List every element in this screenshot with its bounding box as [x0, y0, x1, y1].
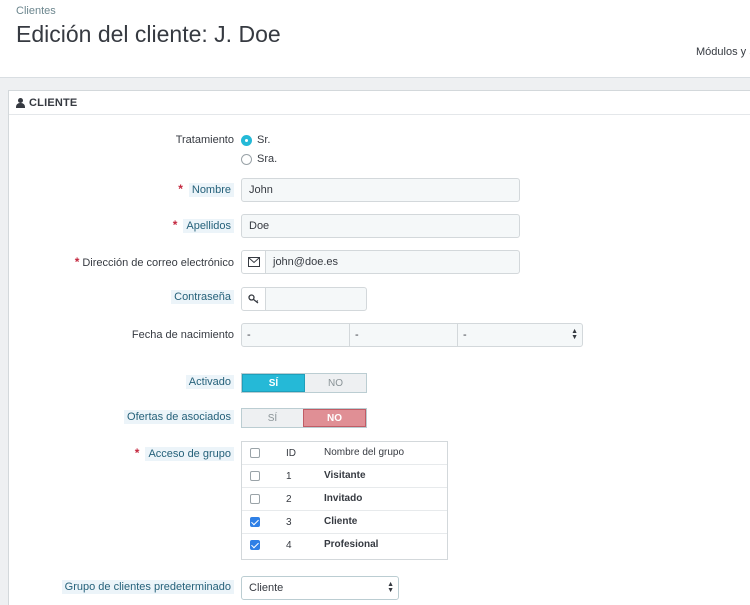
first-name-label-row: * Nombre [178, 182, 234, 197]
password-input[interactable] [265, 287, 367, 311]
table-row[interactable]: 1 Visitante [242, 465, 447, 488]
group-name: Cliente [324, 516, 358, 527]
birthday-day-select[interactable]: - [241, 323, 350, 347]
last-name-input[interactable]: Doe [241, 214, 520, 238]
group-name: Invitado [324, 493, 363, 504]
toolbar-modules-link[interactable]: Módulos y S [696, 46, 750, 58]
first-name-input[interactable]: John [241, 178, 520, 202]
password-label: Contraseña [171, 290, 234, 304]
page-title: Edición del cliente: J. Doe [16, 21, 281, 47]
password-label-row: Contraseña [171, 290, 234, 304]
radio-mr-label: Sr. [257, 134, 271, 146]
required-mark: * [74, 255, 80, 269]
groups-table: ID Nombre del grupo 1 Visitante 2 Invita… [241, 441, 448, 560]
email-label: Dirección de correo electrónico [82, 257, 234, 269]
title-label: Tratamiento [175, 134, 234, 146]
groups-label-row: * Acceso de grupo [134, 446, 234, 461]
panel-heading: CLIENTE [9, 91, 750, 115]
birthday-day-value: - [247, 329, 251, 341]
select-all-checkbox[interactable] [250, 448, 260, 458]
page-header: Clientes Edición del cliente: J. Doe Mód… [0, 0, 750, 78]
panel-heading-label: CLIENTE [29, 96, 78, 109]
optin-label: Ofertas de asociados [124, 410, 234, 424]
optin-label-row: Ofertas de asociados [124, 410, 234, 424]
select-arrows-icon: ▲ ▼ [387, 581, 394, 594]
groups-table-header: ID Nombre del grupo [242, 442, 447, 465]
radio-mrs[interactable] [241, 153, 252, 165]
group-id: 2 [286, 494, 292, 505]
group-name: Profesional [324, 539, 379, 550]
header-id: ID [286, 448, 296, 459]
default-group-select[interactable]: Cliente ▲ ▼ [241, 576, 399, 600]
active-label-row: Activado [185, 375, 234, 389]
title-option-mr[interactable]: Sr. [241, 134, 270, 146]
breadcrumb[interactable]: Clientes [16, 5, 56, 17]
active-switch[interactable]: SÍ NO [241, 373, 367, 393]
required-mark: * [134, 446, 140, 460]
last-name-label: Apellidos [183, 219, 234, 233]
title-option-mrs[interactable]: Sra. [241, 153, 277, 165]
envelope-icon [241, 250, 266, 274]
active-label: Activado [185, 375, 234, 389]
group-id: 3 [286, 517, 292, 528]
groups-label: Acceso de grupo [145, 447, 234, 461]
birthday-month-value: - [355, 329, 359, 341]
active-yes[interactable]: SÍ [242, 374, 305, 392]
default-group-label-row: Grupo de clientes predeterminado [61, 580, 234, 594]
optin-switch[interactable]: SÍ NO [241, 408, 367, 428]
table-row[interactable]: 3 Cliente [242, 511, 447, 534]
group-checkbox[interactable] [250, 471, 260, 481]
birthday-year-value: - [463, 329, 467, 341]
email-label-row: * Dirección de correo electrónico [75, 255, 234, 269]
radio-mrs-label: Sra. [257, 153, 278, 165]
birthday-year-select[interactable]: - ▲ ▼ [457, 323, 583, 347]
last-name-label-row: * Apellidos [172, 218, 234, 233]
group-id: 4 [286, 540, 292, 551]
group-checkbox[interactable] [250, 517, 260, 527]
table-row[interactable]: 4 Profesional [242, 534, 447, 557]
active-no[interactable]: NO [305, 374, 366, 392]
email-input[interactable]: john@doe.es [265, 250, 520, 274]
optin-no[interactable]: NO [303, 409, 366, 427]
optin-yes[interactable]: SÍ [242, 409, 303, 427]
customer-panel: CLIENTE Tratamiento Sr. Sra. * Nombre Joh… [8, 90, 750, 605]
select-arrows-icon: ▲ ▼ [571, 328, 578, 341]
first-name-label: Nombre [188, 183, 234, 197]
default-group-label: Grupo de clientes predeterminado [61, 580, 234, 594]
group-id: 1 [286, 471, 292, 482]
group-checkbox[interactable] [250, 540, 260, 550]
group-name: Visitante [324, 470, 366, 481]
radio-mr[interactable] [241, 134, 252, 146]
default-group-value: Cliente [249, 582, 284, 594]
birthday-label: Fecha de nacimiento [131, 329, 234, 341]
required-mark: * [178, 182, 183, 196]
table-row[interactable]: 2 Invitado [242, 488, 447, 511]
key-icon [241, 287, 266, 311]
birthday-month-select[interactable]: - [349, 323, 458, 347]
required-mark: * [172, 218, 178, 232]
group-checkbox[interactable] [250, 494, 260, 504]
header-name: Nombre del grupo [324, 447, 405, 458]
user-icon [16, 97, 26, 108]
